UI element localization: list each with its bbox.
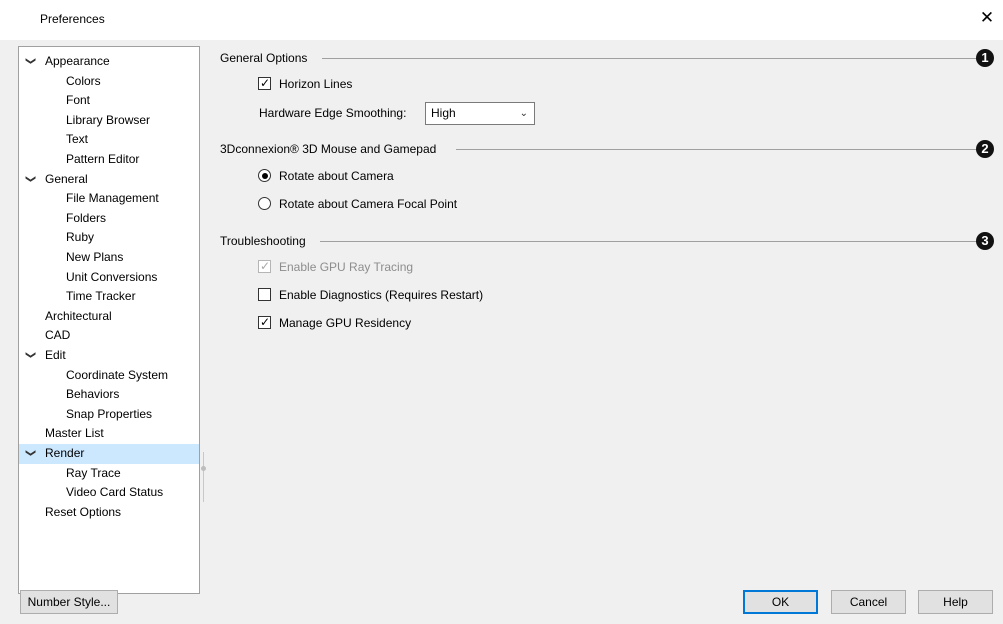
tree-item[interactable]: Text (19, 130, 199, 150)
tree-item[interactable]: Ray Trace (19, 464, 199, 484)
check-icon: ✓ (259, 315, 271, 329)
tree-item[interactable]: Architectural (19, 307, 199, 327)
category-tree[interactable]: ❯ Appearance Colors Font Library Browser Text… (18, 46, 200, 594)
radio-icon[interactable] (258, 169, 271, 182)
tree-item-label: Behaviors (66, 387, 120, 402)
radio-selected-dot (261, 172, 268, 179)
troubleshooting-label: Manage GPU Residency (279, 316, 412, 330)
tree-item[interactable]: CAD (19, 326, 199, 346)
chevron-down-icon[interactable]: ❯ (20, 57, 40, 67)
tree-item-label: Library Browser (66, 112, 151, 127)
tree-item-label: Coordinate System (66, 367, 169, 382)
checkbox-box[interactable]: ✓ (258, 315, 271, 329)
tree-item[interactable]: Unit Conversions (19, 268, 199, 288)
tree-item-label: Time Tracker (66, 289, 136, 304)
troubleshooting-label: Enable Diagnostics (Requires Restart) (279, 288, 484, 302)
tree-item[interactable]: Ruby (19, 228, 199, 248)
tree-item-label: Text (66, 132, 89, 147)
tree-item-label: Unit Conversions (66, 269, 158, 284)
splitter-grip-icon[interactable] (201, 466, 206, 471)
tree-item[interactable]: Master List (19, 424, 199, 444)
general-options-divider (322, 58, 982, 59)
tree-item[interactable]: ❯ Appearance (19, 52, 199, 72)
tree-item[interactable]: Coordinate System (19, 366, 199, 386)
number-style-button[interactable]: Number Style... (20, 590, 118, 614)
check-icon: ✓ (259, 259, 271, 273)
troubleshooting-title: Troubleshooting (220, 234, 310, 248)
tree-item[interactable]: Video Card Status (19, 483, 199, 503)
chevron-down-icon[interactable]: ❯ (20, 351, 40, 361)
troubleshooting-label: Enable GPU Ray Tracing (279, 260, 414, 274)
tree-item-label: Video Card Status (66, 485, 164, 500)
rotate-option-label: Rotate about Camera (279, 169, 394, 183)
chevron-down-icon: ⌄ (519, 108, 528, 119)
tree-item[interactable]: Time Tracker (19, 287, 199, 307)
tree-item[interactable]: File Management (19, 189, 199, 209)
callout-badge-3: 3 (976, 232, 994, 250)
tree-item-label: General (45, 171, 88, 186)
tree-item[interactable]: Behaviors (19, 385, 199, 405)
check-icon: ✓ (259, 76, 271, 90)
help-button[interactable]: Help (918, 590, 993, 614)
tree-item[interactable]: Pattern Editor (19, 150, 199, 170)
mouse-group-divider (456, 149, 982, 150)
troubleshooting-divider (320, 241, 982, 242)
tree-item-label: Ruby (66, 230, 95, 245)
tree-item-label: Colors (66, 73, 101, 88)
tree-item[interactable]: New Plans (19, 248, 199, 268)
tree-item-label: Folders (66, 210, 107, 225)
tree-item[interactable]: ❯ Edit (19, 346, 199, 366)
tree-item-label: Ray Trace (66, 465, 121, 480)
tree-item-label: Architectural (45, 308, 112, 323)
close-icon[interactable]: ✕ (977, 8, 997, 28)
tree-item[interactable]: ❯ General (19, 170, 199, 190)
tree-item-label: Reset Options (45, 504, 122, 519)
tree-item[interactable]: Snap Properties (19, 405, 199, 425)
edge-smoothing-value: High (431, 106, 456, 120)
title-bar: Preferences ✕ (0, 0, 1003, 40)
callout-badge-1: 1 (976, 49, 994, 67)
tree-item-label: Pattern Editor (66, 152, 140, 166)
mouse-group-title: 3Dconnexion® 3D Mouse and Gamepad (220, 142, 441, 156)
window-title: Preferences (40, 12, 105, 26)
tree-item[interactable]: ❯ Render (19, 444, 199, 464)
ok-button[interactable]: OK (743, 590, 818, 614)
tree-item[interactable]: Colors (19, 72, 199, 92)
tree-item-label: Snap Properties (66, 406, 153, 421)
tree-item-label: CAD (45, 328, 71, 343)
tree-item[interactable]: Reset Options (19, 503, 199, 523)
tree-item-label: Master List (45, 426, 104, 441)
checkbox-box[interactable] (258, 288, 271, 301)
tree-item-label: File Management (66, 191, 159, 206)
tree-item[interactable]: Font (19, 91, 199, 111)
tree-item[interactable]: Library Browser (19, 111, 199, 131)
tree-item-label: Appearance (45, 54, 110, 68)
rotate-option-label: Rotate about Camera Focal Point (279, 197, 458, 211)
tree-item-label: Render (45, 446, 85, 460)
checkbox-box: ✓ (258, 259, 271, 273)
chevron-down-icon[interactable]: ❯ (20, 174, 40, 184)
edge-smoothing-select[interactable]: High ⌄ (425, 102, 535, 125)
horizon-lines-box[interactable]: ✓ (258, 76, 271, 90)
edge-smoothing-label: Hardware Edge Smoothing: (259, 106, 407, 120)
tree-item-label: Edit (45, 348, 66, 362)
tree-item-label: New Plans (66, 250, 124, 264)
tree-item[interactable]: Folders (19, 209, 199, 229)
horizon-lines-label: Horizon Lines (279, 77, 353, 91)
tree-item-label: Font (66, 93, 91, 108)
splitter[interactable] (203, 452, 204, 502)
callout-badge-2: 2 (976, 140, 994, 158)
radio-icon[interactable] (258, 197, 271, 210)
general-options-title: General Options (220, 51, 312, 65)
cancel-button[interactable]: Cancel (831, 590, 906, 614)
chevron-down-icon[interactable]: ❯ (20, 449, 40, 459)
